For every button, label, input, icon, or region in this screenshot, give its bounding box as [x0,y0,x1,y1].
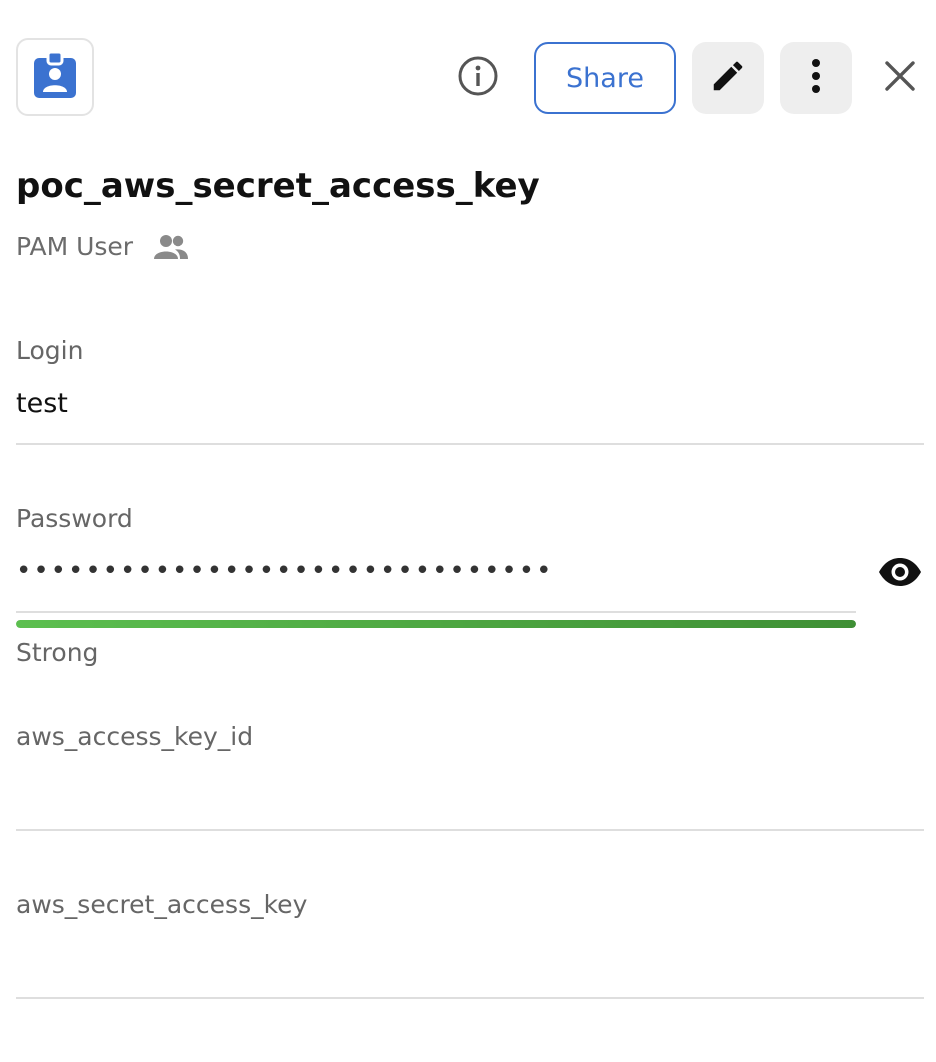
info-icon [457,55,499,101]
close-button[interactable] [876,54,924,102]
aws-access-key-id-label: aws_access_key_id [16,722,254,751]
record-title: poc_aws_secret_access_key [16,166,540,206]
reveal-password-button[interactable] [876,552,924,596]
record-type-label: PAM User [16,232,134,261]
more-vertical-icon [810,58,822,98]
password-value[interactable]: ••••••••••••••••••••••••••••••• [16,556,616,586]
password-strength-fill [16,620,856,628]
badge-person-icon [34,50,76,102]
password-strength-bar [16,620,856,628]
info-button[interactable] [454,54,502,102]
login-divider [16,443,924,445]
more-options-button[interactable] [780,42,852,114]
eye-icon [877,557,923,591]
people-icon [153,233,189,261]
close-icon [884,60,916,96]
password-strength-label: Strong [16,638,99,667]
login-label: Login [16,336,84,365]
edit-button[interactable] [692,42,764,114]
pencil-icon [709,57,747,99]
record-type-row: PAM User [16,232,189,261]
aws-access-key-id-divider [16,829,924,831]
password-label: Password [16,504,133,533]
aws-secret-access-key-label: aws_secret_access_key [16,890,308,919]
share-button[interactable]: Share [534,42,676,114]
aws-secret-access-key-divider [16,997,924,999]
password-divider [16,611,856,613]
record-type-icon-box [16,38,94,116]
login-value[interactable]: test [16,388,68,419]
